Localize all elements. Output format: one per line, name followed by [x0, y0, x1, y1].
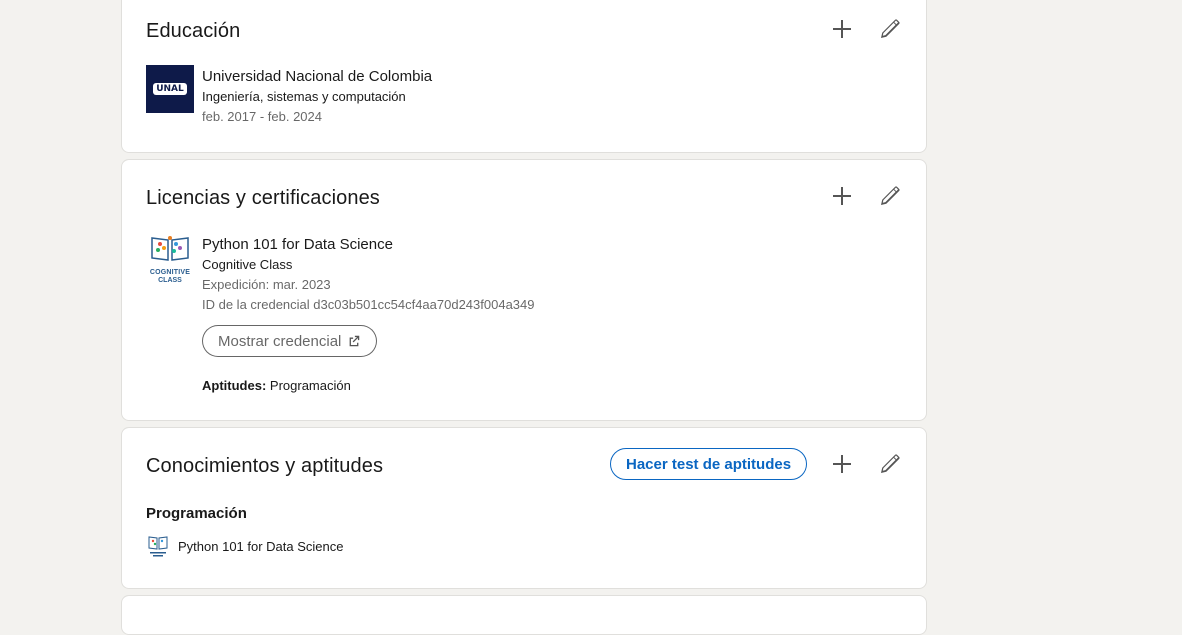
edit-certifications-button[interactable]: [870, 176, 910, 216]
certification-issuer: Cognitive Class: [202, 257, 293, 272]
credential-id: ID de la credencial d3c03b501cc54cf4aa70…: [202, 297, 535, 312]
next-card: [121, 595, 927, 635]
certification-entry: Python 101 for Data Science Cognitive Cl…: [202, 235, 534, 315]
education-dates: feb. 2017 - feb. 2024: [202, 109, 322, 124]
show-credential-button[interactable]: Mostrar credencial: [202, 325, 378, 357]
edit-education-button[interactable]: [870, 9, 910, 49]
education-card: Educación UNAL Universidad Nacional de C…: [121, 0, 927, 153]
degree: Ingeniería, sistemas y computación: [202, 89, 406, 104]
cognitive-class-text-1: COGNITIVE: [149, 269, 191, 276]
school-name[interactable]: Universidad Nacional de Colombia: [202, 67, 432, 87]
plus-icon: [833, 20, 851, 38]
unal-logo[interactable]: UNAL: [146, 65, 194, 113]
plus-icon: [833, 187, 851, 205]
add-certification-button[interactable]: [822, 176, 862, 216]
skills-card: Conocimientos y aptitudes Hacer test de …: [121, 427, 927, 589]
education-title: Educación: [146, 20, 241, 42]
external-link-icon: [350, 335, 360, 347]
add-skill-button[interactable]: [822, 444, 862, 484]
plus-icon: [833, 455, 851, 473]
pencil-icon: [881, 186, 900, 205]
certification-skills: Aptitudes: Programación: [202, 378, 351, 393]
skill-item: Programación Python 101 for Data Science: [146, 504, 344, 558]
certification-issued: Expedición: mar. 2023: [202, 277, 331, 292]
pencil-icon: [881, 454, 900, 473]
certifications-card: Licencias y certificaciones COGNITIVE CL…: [121, 159, 927, 421]
skills-label: Aptitudes:: [202, 378, 267, 393]
add-education-button[interactable]: [822, 9, 862, 49]
show-credential-label: Mostrar credencial: [218, 332, 342, 350]
certifications-title: Licencias y certificaciones: [146, 187, 380, 209]
education-entry: Universidad Nacional de Colombia Ingenie…: [202, 67, 432, 127]
skills-title: Conocimientos y aptitudes: [146, 455, 384, 477]
cognitive-class-logo[interactable]: COGNITIVE CLASS: [146, 234, 194, 284]
cognitive-class-book-icon: [151, 236, 189, 261]
cognitive-class-small-icon: [148, 536, 168, 557]
skills-value: Programación: [269, 378, 351, 393]
skill-name[interactable]: Programación: [146, 504, 344, 524]
unal-logo-text: UNAL: [153, 83, 187, 95]
skill-source-label: Python 101 for Data Science: [178, 538, 344, 554]
certification-name[interactable]: Python 101 for Data Science: [202, 235, 534, 255]
edit-skills-button[interactable]: [870, 444, 910, 484]
skill-source: Python 101 for Data Science: [146, 534, 344, 558]
pencil-icon: [881, 19, 900, 38]
skill-test-button[interactable]: Hacer test de aptitudes: [610, 448, 808, 480]
cognitive-class-text-2: CLASS: [158, 277, 182, 284]
